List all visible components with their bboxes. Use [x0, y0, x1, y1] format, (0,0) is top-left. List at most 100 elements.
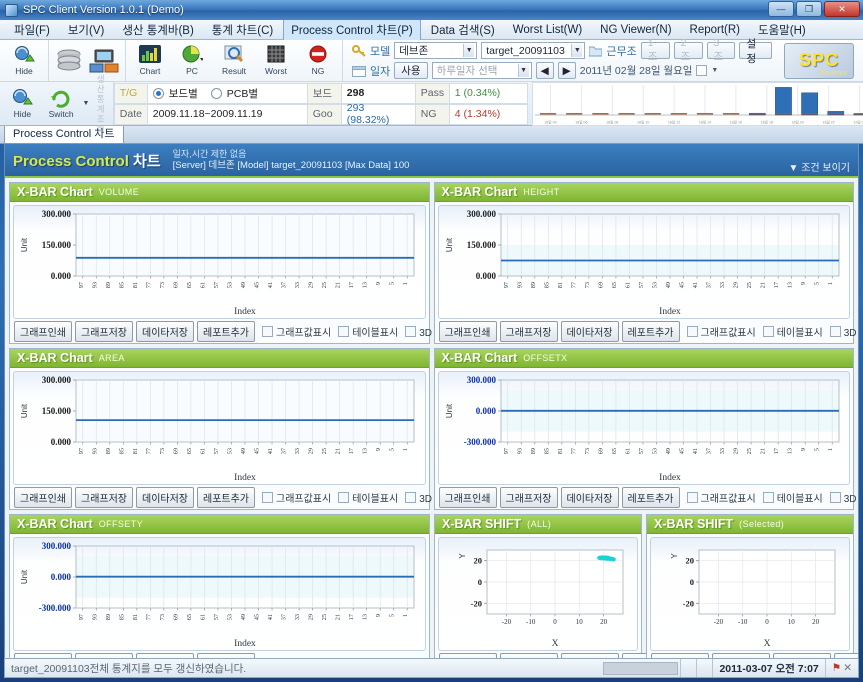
print-graph-button[interactable]: 그래프인쇄: [438, 487, 497, 508]
print-graph-button[interactable]: 그래프인쇄: [14, 321, 72, 342]
show-3d-checkbox[interactable]: [405, 492, 417, 503]
menu-item-ng-viewer[interactable]: NG Viewer(N): [592, 21, 679, 39]
menu-item-report[interactable]: Report(R): [682, 21, 748, 39]
settings-button-top[interactable]: 설정: [739, 38, 773, 65]
show-values-checkbox-wrap[interactable]: 그래프값표시: [262, 324, 331, 339]
show-table-checkbox-wrap[interactable]: 테이블표시: [338, 490, 398, 505]
day-select-value: 하루일자 선택: [436, 65, 498, 77]
hide-button-bottom[interactable]: Hide: [5, 88, 40, 119]
svg-text:85: 85: [118, 448, 125, 454]
show-table-checkbox-wrap[interactable]: 테이블표시: [762, 490, 823, 505]
show-values-checkbox[interactable]: [686, 326, 698, 337]
menu-item-view[interactable]: 보기(V): [60, 19, 113, 41]
plot-area-shift-all[interactable]: -20 -10 0 10 20 20 0 -20 Y X: [438, 537, 638, 651]
save-data-button[interactable]: 데이타저장: [560, 487, 619, 508]
next-date-button[interactable]: ▶: [557, 62, 576, 79]
minimize-button[interactable]: —: [768, 1, 794, 17]
plot-area-volume[interactable]: 97 93 89 85 81 77 73 69 65 61 57 53 49 45 41 37 33 29 25 21…: [13, 205, 426, 319]
model-select[interactable]: 데브존 ▼: [394, 42, 478, 59]
shift-2-button[interactable]: 2조: [673, 37, 703, 63]
hide-button-top[interactable]: Hide: [5, 45, 43, 76]
menu-item-process-control-chart[interactable]: Process Control 차트(P): [283, 18, 421, 41]
pc-label: PC: [186, 66, 198, 76]
show-values-checkbox-wrap[interactable]: 그래프값표시: [686, 490, 756, 505]
worst-button[interactable]: Worst: [257, 45, 295, 76]
shift-1-button[interactable]: 1조: [640, 37, 670, 63]
svg-text:89: 89: [529, 282, 536, 288]
day-select[interactable]: 하루일자 선택 ▼: [431, 62, 532, 79]
hourly-mini-chart[interactable]: 18일 04 18일 06 18일 08 18일 10 18일 12 18일 14 18일 …: [531, 81, 863, 126]
menu-item-stats-chart[interactable]: 통계 차트(C): [204, 19, 281, 41]
save-data-button[interactable]: 데이타저장: [136, 321, 194, 342]
prev-date-button[interactable]: ◀: [535, 62, 554, 79]
save-data-button[interactable]: 데이타저장: [136, 487, 194, 508]
plot-area-height[interactable]: 97 93 89 85 81 77 73 69 65 61 57 53 49 45 41 37 33 29 25 21…: [437, 205, 850, 319]
plot-area-offsetx[interactable]: 97 93 89 85 81 77 73 69 65 61 57 53 49 45 41 37 33 29 25 21…: [437, 371, 850, 485]
maximize-button[interactable]: ❐: [796, 1, 822, 17]
target-select[interactable]: target_20091103 ▼: [481, 42, 586, 59]
ng-button[interactable]: NG: [299, 45, 337, 76]
menu-item-file[interactable]: 파일(F): [6, 19, 58, 41]
save-graph-button[interactable]: 그래프저장: [75, 487, 133, 508]
show-values-checkbox[interactable]: [262, 326, 273, 337]
plot-area-area[interactable]: 97 93 89 85 81 77 73 69 65 61 57 53 49 45 41 37 33 29 25 21…: [13, 371, 426, 485]
close-button[interactable]: ✕: [824, 1, 860, 17]
show-3d-checkbox-wrap[interactable]: 3D 보기: [829, 490, 858, 505]
spc-logo-subtext: Pionhoot: [819, 69, 847, 77]
flag-icon[interactable]: ⚑: [832, 662, 841, 674]
save-graph-button[interactable]: 그래프저장: [75, 321, 133, 342]
menu-item-production-stats-bar[interactable]: 생산 통계바(B): [114, 19, 201, 41]
print-graph-button[interactable]: 그래프인쇄: [438, 321, 497, 342]
add-report-button[interactable]: 레포트추가: [621, 487, 680, 508]
show-table-checkbox-wrap[interactable]: 테이블표시: [762, 324, 823, 339]
menu-item-worst-list[interactable]: Worst List(W): [505, 21, 590, 39]
database-icon[interactable]: [54, 48, 84, 74]
save-data-button[interactable]: 데이타저장: [560, 321, 619, 342]
svg-text:85: 85: [543, 448, 550, 454]
show-values-checkbox-wrap[interactable]: 그래프값표시: [686, 324, 756, 339]
show-3d-checkbox-wrap[interactable]: 3D 보기: [829, 324, 858, 339]
show-table-checkbox[interactable]: [762, 492, 774, 503]
menu-item-data-search[interactable]: Data 검색(S): [423, 19, 503, 41]
show-3d-checkbox[interactable]: [405, 326, 417, 337]
use-button[interactable]: 사용: [394, 62, 428, 79]
server-sync-icon[interactable]: [88, 48, 120, 74]
add-report-button[interactable]: 레포트추가: [197, 487, 255, 508]
show-3d-checkbox[interactable]: [829, 326, 841, 337]
svg-text:17: 17: [348, 614, 355, 620]
show-values-checkbox[interactable]: [686, 492, 698, 503]
svg-text:5: 5: [389, 448, 396, 451]
svg-text:18일 20: 18일 20: [791, 119, 803, 124]
add-report-button[interactable]: 레포트추가: [621, 321, 680, 342]
show-values-checkbox-wrap[interactable]: 그래프값표시: [262, 490, 331, 505]
svg-text:93: 93: [91, 282, 98, 288]
switch-button[interactable]: Switch: [44, 88, 79, 119]
show-table-checkbox-wrap[interactable]: 테이블표시: [338, 324, 398, 339]
show-3d-label: 3D 보기: [843, 494, 858, 505]
show-3d-checkbox[interactable]: [829, 492, 841, 503]
radio-board[interactable]: [152, 87, 164, 99]
show-values-label: 그래프값표시: [276, 328, 332, 339]
plot-area-offsety[interactable]: 97 93 89 85 81 77 73 69 65 61 57 53 49 45 41 37 33 29 25 21…: [13, 537, 426, 651]
close-icon[interactable]: ✕: [843, 662, 852, 674]
radio-pcb[interactable]: [210, 87, 222, 99]
svg-text:81: 81: [132, 282, 139, 288]
good-label: Goo: [307, 103, 342, 125]
chart-button[interactable]: Chart: [131, 45, 169, 76]
print-graph-button[interactable]: 그래프인쇄: [14, 487, 72, 508]
svg-text:0: 0: [765, 618, 769, 626]
pc-button[interactable]: PC: [173, 45, 211, 76]
save-graph-button[interactable]: 그래프저장: [499, 487, 558, 508]
svg-text:57: 57: [213, 282, 220, 288]
date-enable-checkbox[interactable]: [696, 65, 708, 76]
result-button[interactable]: Result: [215, 45, 253, 76]
show-table-checkbox[interactable]: [762, 326, 774, 337]
show-values-checkbox[interactable]: [262, 492, 273, 503]
shift-3-button[interactable]: 3조: [706, 37, 736, 63]
plot-area-shift-selected[interactable]: -20 -10 0 10 20 20 0 -20 Y X: [650, 537, 850, 651]
show-table-checkbox[interactable]: [338, 492, 350, 503]
condition-toggle[interactable]: ▼ 조건 보이기: [789, 159, 850, 174]
add-report-button[interactable]: 레포트추가: [197, 321, 255, 342]
save-graph-button[interactable]: 그래프저장: [499, 321, 558, 342]
show-table-checkbox[interactable]: [338, 326, 350, 337]
